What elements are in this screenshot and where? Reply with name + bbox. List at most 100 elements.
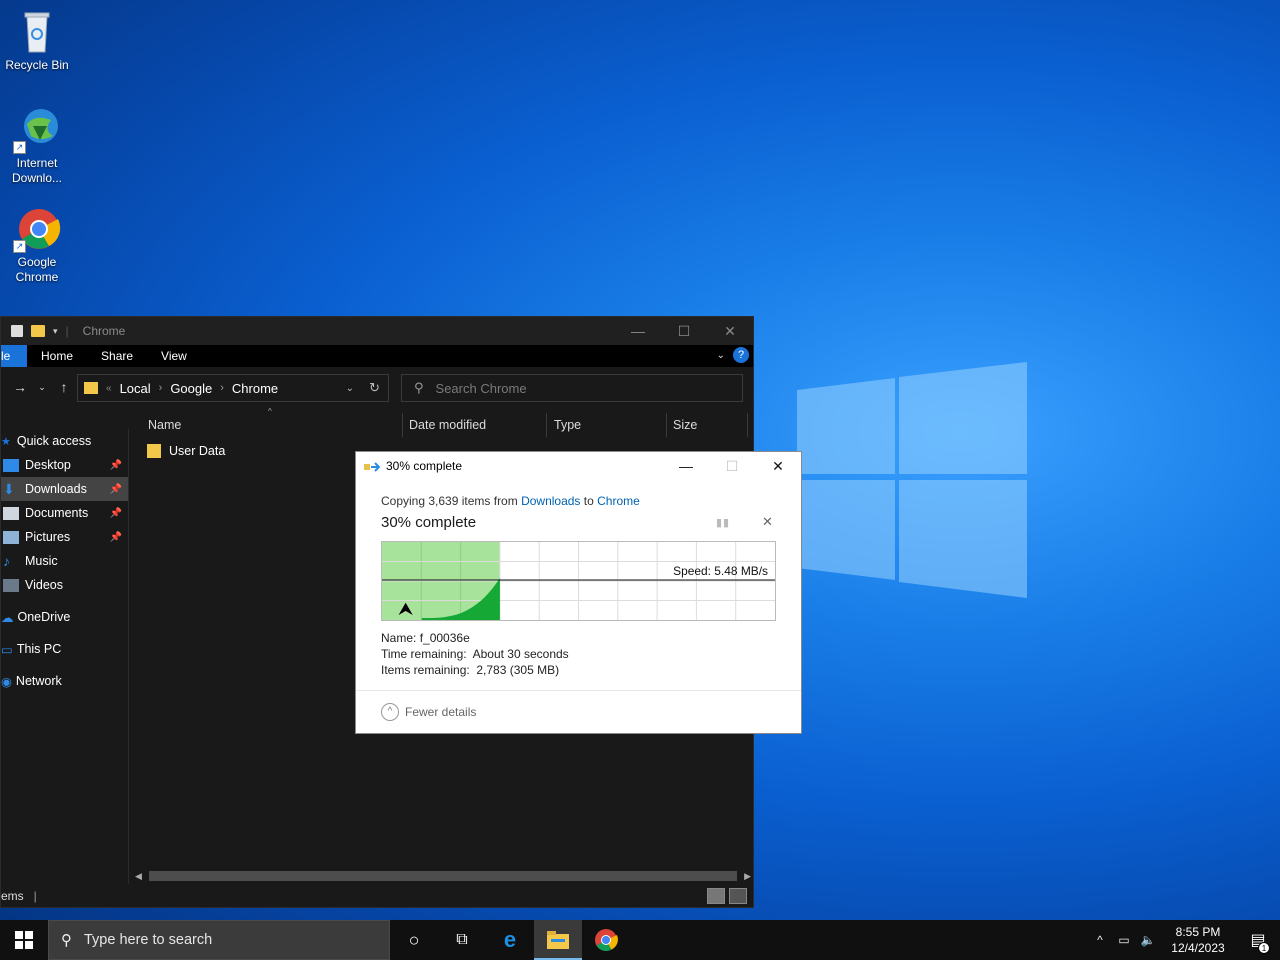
nav-this-pc[interactable]: ▭ This PC: [1, 637, 128, 661]
search-icon: ⚲: [61, 932, 72, 949]
current-file-name: f_00036e: [419, 631, 470, 645]
details-view-button[interactable]: [707, 888, 725, 904]
copy-icon: [364, 461, 381, 472]
refresh-icon[interactable]: ↻: [369, 380, 380, 396]
taskbar-chrome[interactable]: [582, 920, 630, 960]
large-icons-view-button[interactable]: [729, 888, 747, 904]
file-row[interactable]: User Data: [147, 444, 225, 458]
breadcrumb-chrome[interactable]: Chrome: [232, 381, 278, 396]
shortcut-arrow-icon: ↗: [13, 240, 26, 253]
fewer-details-button[interactable]: ^ Fewer details: [381, 703, 476, 721]
items-remaining-row: Items remaining: 2,783 (305 MB): [381, 663, 560, 677]
address-bar[interactable]: « Local › Google › Chrome ⌄ ↻: [77, 374, 389, 402]
system-tray: ^ ▭ 🔈 8:55 PM 12/4/2023 ▤ 1: [1088, 920, 1280, 960]
nav-documents[interactable]: Documents 📌: [1, 501, 128, 525]
breadcrumb-google[interactable]: Google: [170, 381, 212, 396]
clock[interactable]: 8:55 PM 12/4/2023: [1160, 924, 1236, 956]
scroll-right-icon[interactable]: ▶: [744, 871, 751, 882]
pin-icon: 📌: [109, 531, 122, 543]
volume-muted-icon[interactable]: 🔈: [1136, 933, 1160, 947]
tab-file[interactable]: le: [1, 345, 27, 367]
cloud-icon: ☁: [1, 610, 14, 625]
column-name[interactable]: Name: [131, 413, 403, 437]
name-row: Name: f_00036e: [381, 631, 470, 645]
scrollbar-thumb[interactable]: [149, 871, 737, 881]
up-button[interactable]: ↑: [53, 379, 75, 395]
source-link[interactable]: Downloads: [521, 494, 580, 508]
task-view-button[interactable]: ⧉: [438, 920, 486, 960]
navigation-bar: → ⌄ ↑ « Local › Google › Chrome ⌄ ↻ ⚲ Se…: [1, 367, 753, 407]
nav-downloads[interactable]: ⬇ Downloads 📌: [1, 477, 128, 501]
scroll-left-icon[interactable]: ◀: [135, 871, 142, 882]
new-folder-icon[interactable]: [31, 325, 45, 337]
tab-share[interactable]: Share: [87, 349, 147, 363]
nav-network[interactable]: ◉ Network: [1, 669, 128, 693]
ribbon-tabs: le Home Share View ⌄ ?: [1, 345, 753, 367]
properties-icon[interactable]: [11, 325, 23, 337]
file-name: User Data: [169, 444, 226, 458]
column-date-modified[interactable]: Date modified: [403, 413, 547, 437]
minimize-button[interactable]: —: [615, 317, 661, 345]
maximize-button[interactable]: ☐: [661, 317, 707, 345]
taskbar: ⚲ Type here to search ○ ⧉ e ^ ▭ 🔈 8:55 P…: [0, 920, 1280, 960]
nav-videos[interactable]: Videos: [1, 573, 128, 597]
nav-onedrive[interactable]: ☁ OneDrive: [1, 605, 128, 629]
quick-access-dropdown-icon[interactable]: ▾: [53, 326, 58, 337]
copy-progress-dialog: 30% complete — ☐ ✕ Copying 3,639 items f…: [355, 451, 802, 734]
network-icon[interactable]: ▭: [1112, 933, 1136, 947]
taskbar-file-explorer[interactable]: [534, 920, 582, 960]
destination-link[interactable]: Chrome: [597, 494, 640, 508]
tab-home[interactable]: Home: [27, 349, 87, 363]
nav-desktop[interactable]: Desktop 📌: [1, 453, 128, 477]
recent-locations-icon[interactable]: ⌄: [31, 382, 53, 393]
clock-time: 8:55 PM: [1175, 925, 1221, 939]
address-dropdown-icon[interactable]: ⌄: [346, 383, 354, 394]
status-text: ems: [1, 889, 24, 903]
column-headers: Name Date modified Type Size: [131, 413, 751, 437]
taskbar-edge[interactable]: e: [486, 920, 534, 960]
pause-button[interactable]: ▮▮: [716, 516, 730, 529]
videos-icon: [3, 578, 19, 592]
column-type[interactable]: Type: [547, 413, 667, 437]
breadcrumb-local[interactable]: Local: [120, 381, 151, 396]
dialog-maximize-button: ☐: [725, 457, 739, 474]
expand-ribbon-icon[interactable]: ⌄: [717, 350, 725, 361]
horizontal-scrollbar[interactable]: ◀ ▶: [131, 869, 753, 883]
copy-summary: Copying 3,639 items from Downloads to Ch…: [381, 494, 640, 508]
file-explorer-icon: [547, 931, 569, 949]
pin-icon: 📌: [109, 507, 122, 519]
desktop-icon-internet-download-manager[interactable]: ↗ Internet Downlo...: [1, 106, 73, 186]
start-button[interactable]: [0, 920, 48, 960]
tab-view[interactable]: View: [147, 349, 201, 363]
desktop-icon-recycle-bin[interactable]: Recycle Bin: [1, 8, 73, 73]
pin-icon: 📌: [109, 483, 122, 495]
mouse-cursor-icon: ⮝: [398, 599, 414, 619]
close-button[interactable]: ✕: [707, 317, 753, 345]
show-hidden-icons-chevron-icon[interactable]: ^: [1088, 933, 1112, 947]
dialog-close-button[interactable]: ✕: [755, 452, 801, 480]
cancel-copy-button[interactable]: ✕: [762, 514, 773, 530]
nav-pictures[interactable]: Pictures 📌: [1, 525, 128, 549]
explorer-title-bar[interactable]: ▾ | Chrome — ☐ ✕: [1, 317, 753, 345]
action-center-button[interactable]: ▤ 1: [1236, 930, 1280, 954]
help-icon[interactable]: ?: [733, 347, 749, 363]
forward-button[interactable]: →: [9, 379, 31, 395]
chevron-up-icon: ^: [381, 703, 399, 721]
windows-start-icon: [15, 931, 33, 949]
desktop-icon-google-chrome[interactable]: ↗ Google Chrome: [1, 205, 73, 285]
cortana-button[interactable]: ○: [390, 920, 438, 960]
column-size[interactable]: Size: [667, 413, 748, 437]
copy-dialog-title-bar[interactable]: 30% complete — ☐ ✕: [356, 452, 801, 480]
time-remaining-value: About 30 seconds: [472, 647, 569, 661]
sort-indicator-icon: ^: [268, 407, 272, 416]
shortcut-arrow-icon: ↗: [13, 141, 26, 154]
search-box[interactable]: ⚲ Search Chrome: [401, 374, 743, 402]
taskbar-search-box[interactable]: ⚲ Type here to search: [48, 920, 390, 960]
edge-icon: e: [503, 927, 517, 952]
documents-icon: [3, 506, 19, 520]
nav-quick-access[interactable]: ★ Quick access: [1, 429, 128, 453]
dialog-minimize-button[interactable]: —: [663, 452, 709, 480]
pin-icon: 📌: [109, 459, 122, 471]
nav-music[interactable]: ♪ Music: [1, 549, 128, 573]
cortana-circle-icon: ○: [408, 929, 420, 950]
